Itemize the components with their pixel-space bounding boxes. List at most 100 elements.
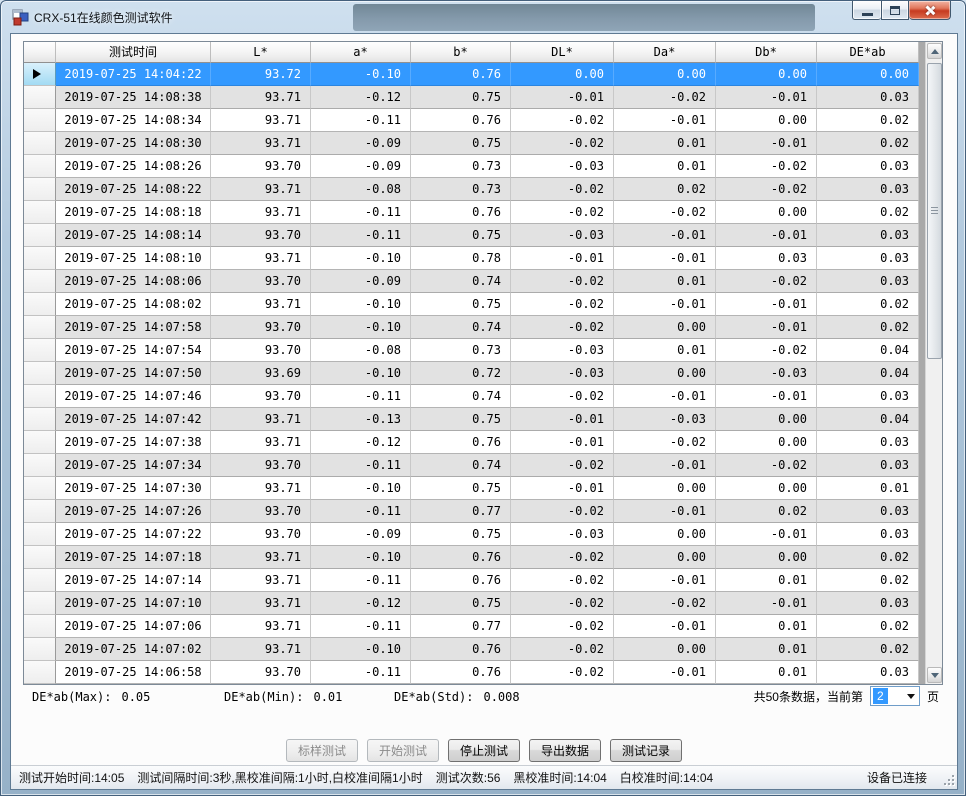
table-row[interactable]: 2019-07-25 14:07:3893.71-0.120.76-0.01-0…: [24, 431, 919, 454]
minimize-button[interactable]: [852, 1, 881, 20]
table-cell: 93.71: [211, 546, 311, 569]
column-header[interactable]: DE*ab: [817, 42, 919, 63]
column-header[interactable]: Da*: [614, 42, 716, 63]
table-row[interactable]: 2019-07-25 14:07:1093.71-0.120.75-0.02-0…: [24, 592, 919, 615]
title-bar[interactable]: CRX-51在线颜色测试软件: [1, 1, 965, 34]
row-header[interactable]: [24, 385, 56, 408]
row-header[interactable]: [24, 638, 56, 661]
table-row[interactable]: 2019-07-25 14:07:2293.70-0.090.75-0.030.…: [24, 523, 919, 546]
table-row[interactable]: 2019-07-25 14:08:3893.71-0.120.75-0.01-0…: [24, 86, 919, 109]
row-header[interactable]: [24, 224, 56, 247]
row-header[interactable]: [24, 477, 56, 500]
table-cell: 0.72: [411, 362, 511, 385]
row-header[interactable]: [24, 247, 56, 270]
table-cell: 0.03: [817, 155, 919, 178]
table-cell: 0.03: [817, 385, 919, 408]
resize-grip[interactable]: [944, 775, 954, 785]
table-cell: 0.74: [411, 316, 511, 339]
table-row[interactable]: 2019-07-25 14:07:1493.71-0.110.76-0.02-0…: [24, 569, 919, 592]
table-cell: -0.03: [511, 523, 614, 546]
page-select[interactable]: 2: [870, 686, 920, 706]
table-row[interactable]: 2019-07-25 14:08:1893.71-0.110.76-0.02-0…: [24, 201, 919, 224]
close-button[interactable]: [909, 1, 951, 20]
table-cell: 2019-07-25 14:08:30: [56, 132, 211, 155]
combo-dropdown-button[interactable]: [904, 687, 919, 705]
export-data-button[interactable]: 导出数据: [529, 739, 601, 762]
table-row[interactable]: 2019-07-25 14:07:3493.70-0.110.74-0.02-0…: [24, 454, 919, 477]
row-header[interactable]: [24, 132, 56, 155]
row-header[interactable]: [24, 293, 56, 316]
row-header[interactable]: [24, 454, 56, 477]
table-cell: 2019-07-25 14:07:10: [56, 592, 211, 615]
row-header[interactable]: [24, 615, 56, 638]
vertical-scrollbar[interactable]: [925, 42, 942, 684]
stop-test-button[interactable]: 停止测试: [448, 739, 520, 762]
table-cell: 0.03: [817, 523, 919, 546]
table-row[interactable]: 2019-07-25 14:07:5493.70-0.080.73-0.030.…: [24, 339, 919, 362]
table-cell: -0.02: [716, 339, 817, 362]
table-row[interactable]: 2019-07-25 14:07:0293.71-0.100.76-0.020.…: [24, 638, 919, 661]
row-header[interactable]: [24, 178, 56, 201]
table-cell: 0.00: [716, 477, 817, 500]
column-header[interactable]: DL*: [511, 42, 614, 63]
row-header[interactable]: [24, 63, 56, 86]
table-row[interactable]: 2019-07-25 14:08:2693.70-0.090.73-0.030.…: [24, 155, 919, 178]
table-cell: 93.71: [211, 178, 311, 201]
table-row[interactable]: 2019-07-25 14:07:4693.70-0.110.74-0.02-0…: [24, 385, 919, 408]
table-row[interactable]: 2019-07-25 14:08:0293.71-0.100.75-0.02-0…: [24, 293, 919, 316]
status-white-cal-time: 白校准时间:14:04: [620, 769, 713, 786]
row-header[interactable]: [24, 431, 56, 454]
row-header[interactable]: [24, 109, 56, 132]
row-header[interactable]: [24, 316, 56, 339]
table-cell: 0.02: [716, 500, 817, 523]
table-row[interactable]: 2019-07-25 14:08:2293.71-0.080.73-0.020.…: [24, 178, 919, 201]
table-cell: 0.75: [411, 592, 511, 615]
row-header[interactable]: [24, 661, 56, 684]
row-header[interactable]: [24, 408, 56, 431]
row-header[interactable]: [24, 500, 56, 523]
table-row[interactable]: 2019-07-25 14:07:2693.70-0.110.77-0.02-0…: [24, 500, 919, 523]
maximize-button[interactable]: [881, 1, 909, 20]
table-cell: -0.02: [511, 546, 614, 569]
scroll-down-button[interactable]: [927, 667, 942, 683]
scroll-up-button[interactable]: [927, 43, 942, 59]
column-header[interactable]: L*: [211, 42, 311, 63]
test-records-button[interactable]: 测试记录: [610, 739, 682, 762]
table-row[interactable]: 2019-07-25 14:07:0693.71-0.110.77-0.02-0…: [24, 615, 919, 638]
table-cell: -0.01: [511, 408, 614, 431]
row-header[interactable]: [24, 155, 56, 178]
row-header[interactable]: [24, 546, 56, 569]
row-header[interactable]: [24, 86, 56, 109]
table-cell: 93.71: [211, 408, 311, 431]
column-header[interactable]: a*: [311, 42, 411, 63]
table-row[interactable]: 2019-07-25 14:07:3093.71-0.100.75-0.010.…: [24, 477, 919, 500]
table-row[interactable]: 2019-07-25 14:08:3093.71-0.090.75-0.020.…: [24, 132, 919, 155]
column-header[interactable]: Db*: [716, 42, 817, 63]
row-header[interactable]: [24, 339, 56, 362]
table-row[interactable]: 2019-07-25 14:04:2293.72-0.100.760.000.0…: [24, 63, 919, 86]
table-row[interactable]: 2019-07-25 14:07:1893.71-0.100.76-0.020.…: [24, 546, 919, 569]
table-row[interactable]: 2019-07-25 14:08:0693.70-0.090.74-0.020.…: [24, 270, 919, 293]
table-cell: 93.71: [211, 132, 311, 155]
row-header[interactable]: [24, 523, 56, 546]
table-cell: 0.01: [614, 270, 716, 293]
column-header[interactable]: b*: [411, 42, 511, 63]
column-header[interactable]: 测试时间: [56, 42, 211, 63]
table-cell: -0.11: [311, 615, 411, 638]
row-header[interactable]: [24, 592, 56, 615]
table-row[interactable]: 2019-07-25 14:08:1493.70-0.110.75-0.03-0…: [24, 224, 919, 247]
table-row[interactable]: 2019-07-25 14:08:3493.71-0.110.76-0.02-0…: [24, 109, 919, 132]
table-row[interactable]: 2019-07-25 14:08:1093.71-0.100.78-0.01-0…: [24, 247, 919, 270]
table-row[interactable]: 2019-07-25 14:07:4293.71-0.130.75-0.01-0…: [24, 408, 919, 431]
table-row[interactable]: 2019-07-25 14:07:5893.70-0.100.74-0.020.…: [24, 316, 919, 339]
row-header[interactable]: [24, 569, 56, 592]
table-cell: -0.02: [716, 178, 817, 201]
table-cell: -0.02: [511, 569, 614, 592]
table-cell: 93.70: [211, 523, 311, 546]
table-row[interactable]: 2019-07-25 14:07:5093.69-0.100.72-0.030.…: [24, 362, 919, 385]
table-row[interactable]: 2019-07-25 14:06:5893.70-0.110.76-0.02-0…: [24, 661, 919, 684]
row-header[interactable]: [24, 270, 56, 293]
row-header[interactable]: [24, 362, 56, 385]
scrollbar-thumb[interactable]: [927, 63, 942, 359]
row-header[interactable]: [24, 201, 56, 224]
